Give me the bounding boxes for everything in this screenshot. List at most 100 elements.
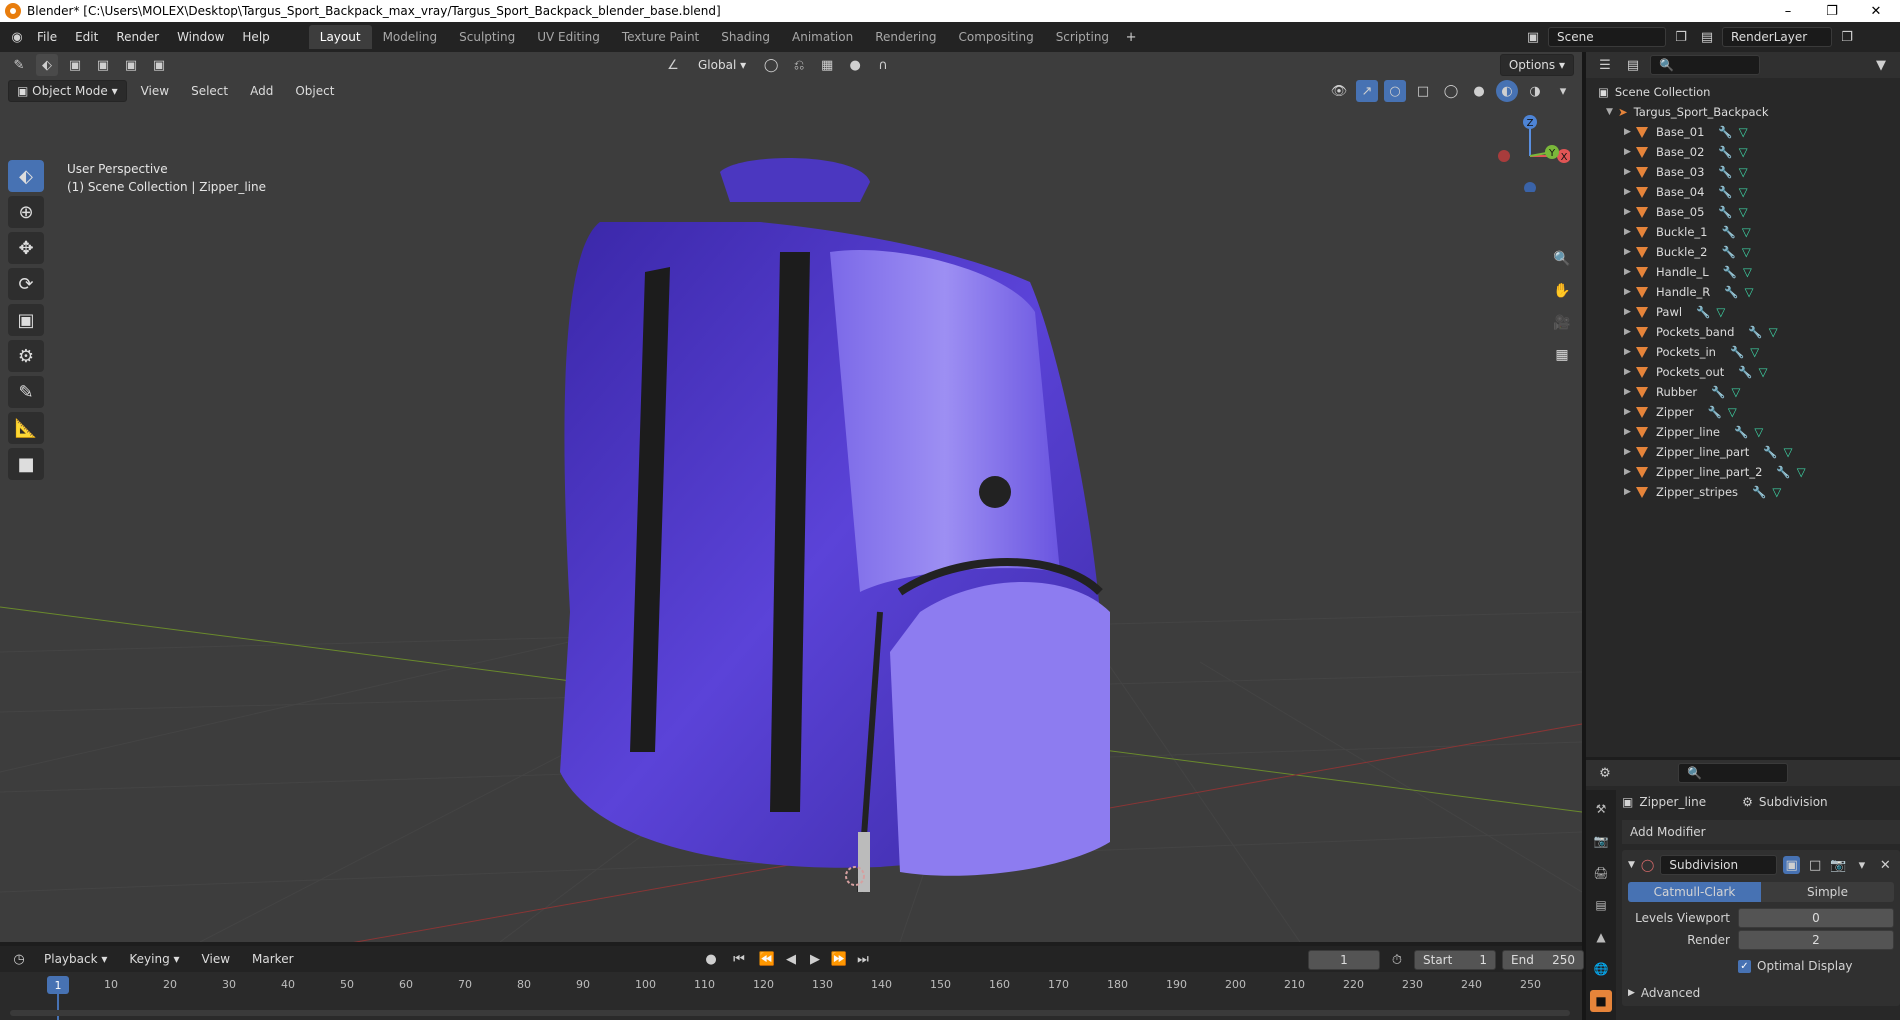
expand-arrow-icon[interactable]: ▶ (1624, 307, 1636, 317)
tab-sculpting[interactable]: Sculpting (448, 25, 526, 49)
display-mode-icon[interactable]: ▤ (1622, 54, 1644, 76)
filter-icon[interactable]: ▼ (1870, 54, 1892, 76)
mesh-data-icon[interactable]: ▽ (1728, 405, 1737, 419)
levels-viewport-field[interactable]: 0 (1738, 908, 1894, 928)
modifier-wrench-icon[interactable]: 🔧 (1763, 445, 1777, 459)
proportional-edit-icon[interactable]: ● (844, 54, 866, 76)
outliner-object-row[interactable]: ▶ Pockets_band 🔧 ▽ (1598, 322, 1900, 342)
expand-arrow-icon[interactable]: ▶ (1624, 127, 1636, 137)
snap-icon[interactable]: ⎌ (788, 54, 810, 76)
expand-arrow-icon[interactable]: ▶ (1624, 387, 1636, 397)
current-frame-field[interactable]: 1 (1308, 950, 1380, 970)
menu-help[interactable]: Help (233, 26, 278, 48)
new-scene-icon[interactable]: ❐ (1670, 26, 1692, 48)
play-icon[interactable]: ▶ (804, 948, 826, 970)
view-layer-tab-icon[interactable]: ▤ (1590, 894, 1612, 916)
modifier-wrench-icon[interactable]: 🔧 (1752, 485, 1766, 499)
shading-options-icon[interactable]: ▾ (1552, 80, 1574, 102)
keying-menu[interactable]: Keying ▾ (121, 948, 187, 970)
output-tab-icon[interactable]: 🖨 (1590, 862, 1612, 884)
mode-dropdown[interactable]: ▣ Object Mode ▾ (8, 80, 127, 102)
select-box-icon[interactable]: ▣ (64, 54, 86, 76)
orientation-icon[interactable]: ∠ (662, 54, 684, 76)
tool-tab-icon[interactable]: ⚒ (1590, 798, 1612, 820)
tab-animation[interactable]: Animation (781, 25, 864, 49)
scene-field[interactable]: Scene (1548, 27, 1666, 47)
expand-arrow-icon[interactable]: ▼ (1606, 107, 1618, 117)
menu-window[interactable]: Window (168, 26, 233, 48)
mesh-data-icon[interactable]: ▽ (1739, 205, 1748, 219)
modifier-wrench-icon[interactable]: 🔧 (1730, 345, 1744, 359)
expand-arrow-icon[interactable]: ▶ (1624, 347, 1636, 357)
modifier-wrench-icon[interactable]: 🔧 (1718, 125, 1732, 139)
modifier-wrench-icon[interactable]: 🔧 (1722, 225, 1736, 239)
tab-uv-editing[interactable]: UV Editing (526, 25, 611, 49)
add-cube-tool-icon[interactable]: ■ (8, 448, 44, 480)
solid-shading-icon[interactable]: ● (1468, 80, 1490, 102)
modifier-wrench-icon[interactable]: 🔧 (1722, 245, 1736, 259)
modifier-wrench-icon[interactable]: 🔧 (1738, 365, 1752, 379)
scene-collection-row[interactable]: ▣ Scene Collection (1598, 82, 1900, 102)
timeline-ruler[interactable]: 1 10 20 30 40 50 60 70 80 90 100 110 120 130 140 150 16… (0, 972, 1582, 1020)
rotate-tool-icon[interactable]: ⟳ (8, 268, 44, 300)
mesh-data-icon[interactable]: ▽ (1739, 145, 1748, 159)
edit-mode-toggle-icon[interactable]: ▣ (1782, 856, 1801, 874)
expand-arrow-icon[interactable]: ▶ (1624, 227, 1636, 237)
tab-shading[interactable]: Shading (710, 25, 781, 49)
mesh-data-icon[interactable]: ▽ (1750, 345, 1759, 359)
mesh-data-icon[interactable]: ▽ (1772, 485, 1781, 499)
maximize-icon[interactable]: ❐ (1810, 0, 1854, 22)
mesh-data-icon[interactable]: ▽ (1742, 225, 1751, 239)
gizmo-toggle-icon[interactable]: ↗ (1356, 80, 1378, 102)
tab-rendering[interactable]: Rendering (864, 25, 947, 49)
expand-arrow-icon[interactable]: ▶ (1624, 167, 1636, 177)
outliner-object-row[interactable]: ▶ Base_02 🔧 ▽ (1598, 142, 1900, 162)
modifier-menu-icon[interactable]: ▾ (1853, 856, 1870, 874)
menu-edit[interactable]: Edit (66, 26, 107, 48)
annotate-tool-icon[interactable]: ✎ (8, 376, 44, 408)
outliner-object-row[interactable]: ▶ Rubber 🔧 ▽ (1598, 382, 1900, 402)
realtime-toggle-icon[interactable]: □ (1806, 856, 1823, 874)
timeline-scrollbar[interactable] (10, 1010, 1570, 1016)
pan-hand-icon[interactable]: ✋ (1550, 279, 1574, 303)
modifier-wrench-icon[interactable]: 🔧 (1776, 465, 1790, 479)
render-toggle-icon[interactable]: 📷 (1830, 856, 1847, 874)
falloff-icon[interactable]: ∩ (872, 54, 894, 76)
mesh-data-icon[interactable]: ▽ (1739, 165, 1748, 179)
snap-target-icon[interactable]: ▦ (816, 54, 838, 76)
select-mode-icon[interactable]: ⬖ (36, 54, 58, 76)
expand-arrow-icon[interactable]: ▶ (1624, 367, 1636, 377)
mesh-data-icon[interactable]: ▽ (1754, 425, 1763, 439)
mesh-data-icon[interactable]: ▽ (1743, 265, 1752, 279)
playhead[interactable]: 1 (47, 976, 69, 994)
timeline-view-menu[interactable]: View (194, 948, 238, 970)
expand-arrow-icon[interactable]: ▶ (1624, 147, 1636, 157)
tab-layout[interactable]: Layout (308, 25, 372, 49)
expand-arrow-icon[interactable]: ▶ (1624, 427, 1636, 437)
start-frame-field[interactable]: Start 1 (1414, 950, 1496, 970)
pivot-icon[interactable]: ◯ (760, 54, 782, 76)
mesh-data-icon[interactable]: ▽ (1784, 445, 1793, 459)
marker-menu[interactable]: Marker (244, 948, 301, 970)
mesh-data-icon[interactable]: ▽ (1742, 245, 1751, 259)
blender-menu-icon[interactable]: ◉ (6, 26, 28, 48)
transform-orientation-dropdown[interactable]: Global ▾ (690, 54, 754, 76)
menu-file[interactable]: File (28, 26, 66, 48)
outliner-object-row[interactable]: ▶ Zipper 🔧 ▽ (1598, 402, 1900, 422)
modifier-wrench-icon[interactable]: 🔧 (1718, 165, 1732, 179)
play-reverse-icon[interactable]: ◀ (780, 948, 802, 970)
outliner-object-row[interactable]: ▶ Base_05 🔧 ▽ (1598, 202, 1900, 222)
remove-modifier-icon[interactable]: ✕ (1877, 856, 1894, 874)
expand-arrow-icon[interactable]: ▶ (1624, 187, 1636, 197)
grid-view-icon[interactable]: ▦ (1550, 343, 1574, 367)
outliner-object-row[interactable]: ▶ Zipper_line_part_2 🔧 ▽ (1598, 462, 1900, 482)
outliner-object-row[interactable]: ▶ Base_01 🔧 ▽ (1598, 122, 1900, 142)
scale-tool-icon[interactable]: ▣ (8, 304, 44, 336)
tab-compositing[interactable]: Compositing (947, 25, 1044, 49)
material-shading-icon[interactable]: ◐ (1496, 80, 1518, 102)
tab-scripting[interactable]: Scripting (1045, 25, 1120, 49)
new-layer-icon[interactable]: ❐ (1836, 26, 1858, 48)
expand-arrow-icon[interactable]: ▶ (1624, 327, 1636, 337)
transform-tool-icon[interactable]: ⚙ (8, 340, 44, 372)
advanced-subpanel[interactable]: ▶ Advanced (1628, 984, 1894, 1002)
